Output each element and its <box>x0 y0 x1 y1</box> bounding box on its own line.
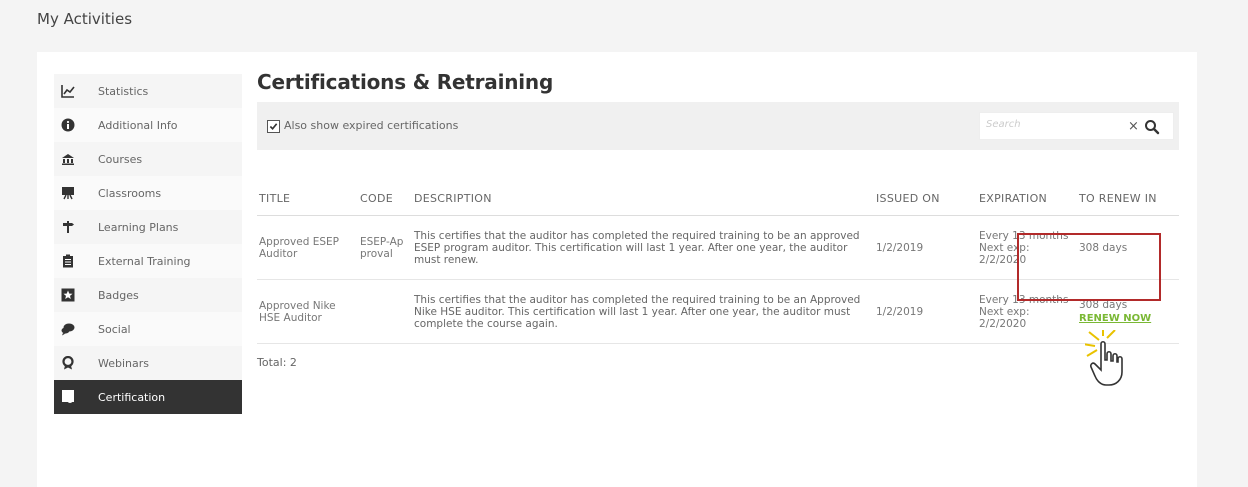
sidebar-item-social[interactable]: Social <box>54 312 242 346</box>
sidebar-item-label: Certification <box>98 390 166 404</box>
renew-now-link[interactable]: RENEW NOW <box>1079 313 1177 325</box>
webinar-icon <box>54 346 82 380</box>
cell-issued-on: 1/2/2019 <box>874 215 977 280</box>
info-icon <box>54 108 82 142</box>
main-content: Certifications & Retraining Also show ex… <box>257 70 1179 369</box>
show-expired-label[interactable]: Also show expired certifications <box>284 119 458 132</box>
hand-cursor-icon <box>1082 326 1129 388</box>
cell-title: Approved Nike HSE Auditor <box>257 279 358 344</box>
sidebar-item-statistics[interactable]: Statistics <box>54 74 242 108</box>
search-input[interactable] <box>986 119 1106 130</box>
search-icon[interactable] <box>1144 119 1160 135</box>
classroom-icon <box>54 176 82 210</box>
total-count: Total: 2 <box>257 356 297 369</box>
sidebar-item-webinars[interactable]: Webinars <box>54 346 242 380</box>
cell-code: ESEP-Approval <box>358 215 412 280</box>
certificate-icon <box>54 380 82 414</box>
sidebar-item-courses[interactable]: Courses <box>54 142 242 176</box>
sidebar-item-label: Social <box>98 322 131 336</box>
section-title: Certifications & Retraining <box>257 70 554 94</box>
right-margin <box>1197 52 1248 487</box>
sidebar-item-label: Statistics <box>98 84 149 98</box>
sidebar-item-label: Classrooms <box>98 186 162 200</box>
filter-bar: Also show expired certifications × <box>257 102 1179 150</box>
show-expired-checkbox[interactable] <box>267 120 280 133</box>
sidebar-item-learning-plans[interactable]: Learning Plans <box>54 210 242 244</box>
column-header-issued-on[interactable]: ISSUED ON <box>874 192 977 216</box>
sidebar-item-label: Courses <box>98 152 143 166</box>
social-icon <box>54 312 82 346</box>
signpost-icon <box>54 210 82 244</box>
chart-icon <box>54 74 82 108</box>
cell-code <box>358 279 412 344</box>
cell-issued-on: 1/2/2019 <box>874 279 977 344</box>
sidebar-item-label: External Training <box>98 254 191 268</box>
sidebar-item-certification[interactable]: Certification <box>54 380 242 414</box>
sidebar-item-badges[interactable]: Badges <box>54 278 242 312</box>
sidebar-item-external-training[interactable]: External Training <box>54 244 242 278</box>
sidebar-item-classrooms[interactable]: Classrooms <box>54 176 242 210</box>
column-header-description[interactable]: DESCRIPTION <box>412 192 874 216</box>
courses-icon <box>54 142 82 176</box>
sidebar-item-additional-info[interactable]: Additional Info <box>54 108 242 142</box>
sidebar-item-label: Learning Plans <box>98 220 179 234</box>
star-icon <box>54 278 82 312</box>
column-header-expiration[interactable]: EXPIRATION <box>977 192 1077 216</box>
clipboard-icon <box>54 244 82 278</box>
cell-description: This certifies that the auditor has comp… <box>412 215 874 280</box>
cell-description: This certifies that the auditor has comp… <box>412 279 874 344</box>
clear-icon[interactable]: × <box>1128 119 1139 134</box>
column-header-title[interactable]: TITLE <box>257 192 358 216</box>
sidebar-item-label: Badges <box>98 288 139 302</box>
table-header-row: TITLE CODE DESCRIPTION ISSUED ON EXPIRAT… <box>257 192 1179 216</box>
expiration-next-label: Next exp: <box>979 305 1030 318</box>
search-box: × <box>979 112 1174 140</box>
sidebar-item-label: Additional Info <box>98 118 178 132</box>
sidebar-item-label: Webinars <box>98 356 150 370</box>
cell-title: Approved ESEP Auditor <box>257 215 358 280</box>
column-header-to-renew-in[interactable]: TO RENEW IN <box>1077 192 1179 216</box>
sidebar: Statistics Additional Info Courses Class… <box>54 74 242 414</box>
page-title: My Activities <box>37 10 133 28</box>
expiration-date: 2/2/2020 <box>979 317 1027 330</box>
column-header-code[interactable]: CODE <box>358 192 412 216</box>
callout-highlight-box <box>1017 233 1161 301</box>
